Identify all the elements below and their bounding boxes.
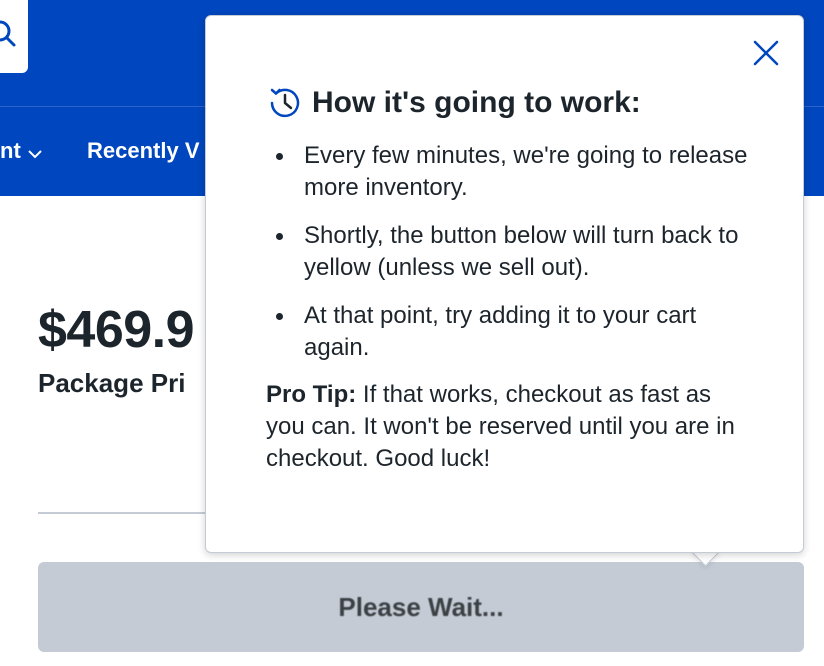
list-item: Every few minutes, we're going to releas…	[266, 140, 766, 204]
list-item: At that point, try adding it to your car…	[266, 300, 766, 364]
nav-item-recently-viewed[interactable]: Recently V	[87, 138, 200, 164]
popover-title: How it's going to work:	[312, 86, 641, 119]
search-icon[interactable]	[0, 19, 20, 56]
list-item-text: At that point, try adding it to your car…	[304, 302, 697, 361]
bullet-icon	[276, 233, 283, 240]
list-item: Shortly, the button below will turn back…	[266, 220, 766, 284]
popover-header: How it's going to work:	[266, 84, 641, 122]
list-item-text: Every few minutes, we're going to releas…	[304, 142, 748, 201]
price-label: Package Pri	[38, 368, 186, 398]
clock-icon	[270, 88, 300, 118]
list-item-text: Shortly, the button below will turn back…	[304, 222, 739, 281]
bullet-icon	[276, 313, 283, 320]
pro-tip: Pro Tip: If that works, checkout as fast…	[266, 379, 746, 475]
close-button[interactable]	[751, 38, 781, 68]
please-wait-button[interactable]: Please Wait...	[38, 562, 804, 652]
please-wait-label: Please Wait...	[338, 591, 504, 622]
chevron-down-icon	[27, 139, 43, 165]
search-box[interactable]	[0, 0, 28, 73]
product-price: $469.9	[38, 301, 195, 359]
nav-item-label: Recently V	[87, 138, 200, 163]
nav-item-account[interactable]: nt	[0, 138, 43, 165]
pro-tip-label: Pro Tip:	[266, 381, 357, 408]
instructions-list: Every few minutes, we're going to releas…	[266, 140, 766, 380]
info-popover: How it's going to work: Every few minute…	[205, 15, 804, 553]
close-icon	[753, 40, 779, 66]
bullet-icon	[276, 153, 283, 160]
nav-item-label: nt	[0, 138, 21, 163]
